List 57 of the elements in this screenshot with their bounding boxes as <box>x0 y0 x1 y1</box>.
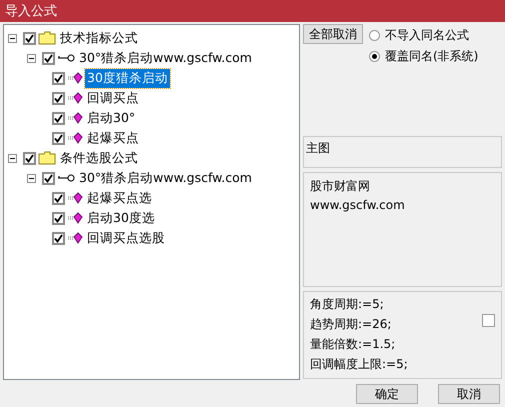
tree-item[interactable]: 启动30度选 <box>85 208 157 228</box>
parameter-line: 趋势周期:=26; <box>310 316 392 333</box>
parameter-line: 回调幅度上限:=5; <box>310 356 408 373</box>
tree-checkbox[interactable] <box>52 92 65 104</box>
minus-icon <box>10 36 15 40</box>
collapse-toggle[interactable] <box>8 34 17 42</box>
tree-checkbox[interactable] <box>52 112 65 124</box>
radio-label: 覆盖同名(非系统) <box>385 48 478 65</box>
tree-item[interactable]: 30°猎杀启动www.gscfw.com <box>77 48 254 68</box>
parameter-line: 角度周期:=5; <box>310 296 384 313</box>
tree-checkbox[interactable] <box>42 52 55 64</box>
ok-button[interactable]: 确定 <box>356 384 418 404</box>
radio-button[interactable] <box>369 30 380 41</box>
tree-item[interactable]: 启动30° <box>85 108 138 128</box>
collapse-toggle[interactable] <box>27 54 36 62</box>
tree-item[interactable]: 回调买点选股 <box>85 228 167 248</box>
minus-icon <box>29 56 34 60</box>
formula-icon <box>67 212 83 224</box>
tree-item[interactable]: 起爆买点 <box>85 128 141 148</box>
tree-checkbox[interactable] <box>23 32 36 44</box>
tree-item[interactable]: 30°猎杀启动www.gscfw.com <box>77 168 254 188</box>
minus-icon <box>10 156 15 160</box>
radio-label: 不导入同名公式 <box>385 27 469 44</box>
tree-checkbox[interactable] <box>52 212 65 224</box>
minus-icon <box>29 176 34 180</box>
tree-item[interactable]: 回调买点 <box>85 88 141 108</box>
tree-checkbox[interactable] <box>23 152 36 164</box>
folder-icon <box>38 31 56 45</box>
formula-icon <box>67 92 83 104</box>
cancel-button[interactable]: 取消 <box>438 384 500 404</box>
collapse-toggle[interactable] <box>8 154 17 162</box>
formula-icon <box>67 112 83 124</box>
checkbox[interactable] <box>482 314 495 327</box>
collapse-toggle[interactable] <box>27 174 36 182</box>
cancel-all-button[interactable]: 全部取消 <box>303 24 363 44</box>
parameter-line: 量能倍数:=1.5; <box>310 336 396 353</box>
tree-checkbox[interactable] <box>52 192 65 204</box>
formula-icon <box>67 132 83 144</box>
formula-icon <box>67 232 83 244</box>
key-icon <box>57 53 75 63</box>
description-text: www.gscfw.com <box>310 198 405 212</box>
window-title: 导入公式 <box>5 3 57 20</box>
folder-icon <box>38 151 56 165</box>
tree-item[interactable]: 30度猎杀启动 <box>85 68 170 88</box>
tree-item[interactable]: 技术指标公式 <box>58 28 140 48</box>
tree-item[interactable]: 条件选股公式 <box>58 148 140 168</box>
tree-checkbox[interactable] <box>42 172 55 184</box>
tree-item[interactable]: 起爆买点选 <box>85 188 154 208</box>
tree-checkbox[interactable] <box>52 72 65 84</box>
key-icon <box>57 173 75 183</box>
formula-icon <box>67 192 83 204</box>
description-text: 股市财富网 <box>310 178 370 195</box>
tree-checkbox[interactable] <box>52 132 65 144</box>
chart-type-text: 主图 <box>306 140 330 157</box>
radio-button[interactable] <box>369 51 380 62</box>
tree-checkbox[interactable] <box>52 232 65 244</box>
formula-icon <box>67 72 83 84</box>
